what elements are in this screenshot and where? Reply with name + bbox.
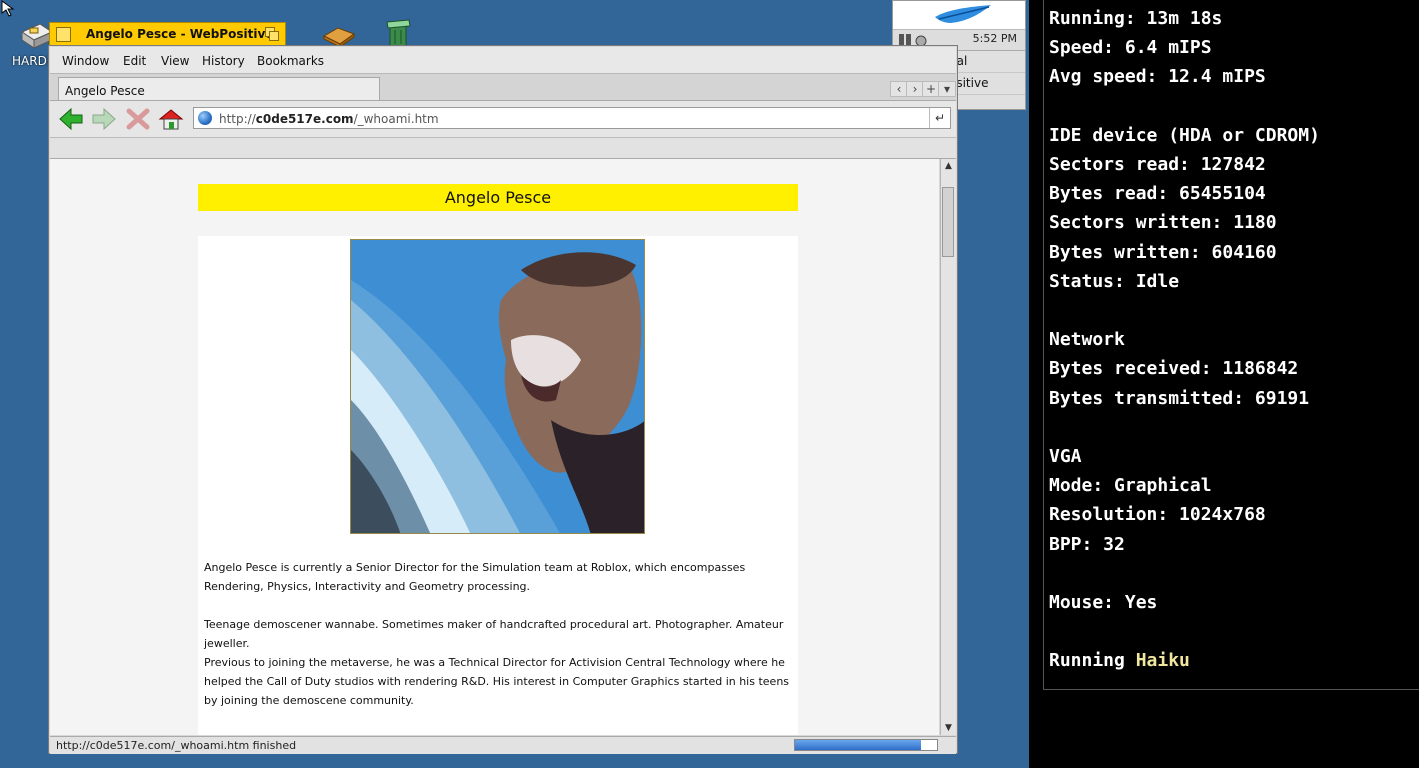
scrollbar-thumb[interactable]: [942, 187, 954, 257]
terminal-line: BPP: 32: [1049, 533, 1125, 555]
url-text[interactable]: http://c0de517e.com/_whoami.htm: [219, 112, 439, 126]
terminal-line: Sectors read: 127842: [1049, 154, 1266, 175]
emulator-stats-panel: Running: 13m 18s Speed: 6.4 mIPS Avg speed…: [1043, 0, 1419, 690]
home-icon[interactable]: [158, 107, 184, 131]
terminal-line: Status: Idle: [1049, 270, 1180, 292]
terminal-line: Sectors written: 1180: [1049, 212, 1277, 234]
progress-fill: [795, 740, 922, 750]
window-title: Angelo Pesce - WebPositive: [86, 27, 274, 41]
status-bar: http://c0de517e.com/_whoami.htm finished: [50, 736, 956, 754]
globe-icon: [198, 111, 212, 125]
url-host: c0de517e.com: [255, 112, 354, 126]
running-os-name: Haiku: [1135, 650, 1190, 672]
tab-menu-button[interactable]: ▾: [938, 81, 956, 97]
url-prefix: http://: [219, 112, 256, 126]
scroll-up-arrow-icon[interactable]: ▲: [941, 160, 956, 172]
terminal-line: Network: [1049, 329, 1125, 351]
terminal-line: Bytes read: 65455104: [1049, 183, 1266, 205]
tab-bar: Angelo Pesce ‹ › + ▾: [50, 74, 956, 101]
window-zoom-button[interactable]: [265, 27, 279, 41]
page-content[interactable]: Angelo Pesce Angelo Pesce is currently a…: [50, 159, 939, 735]
tab-label: Angelo Pesce: [65, 84, 145, 98]
terminal-line: Mode: Graphical: [1049, 475, 1212, 497]
terminal-running-os-line: Running Haiku: [1049, 650, 1190, 671]
bio-paragraph: Angelo Pesce is currently a Senior Direc…: [204, 561, 746, 593]
deskbar-clock[interactable]: 5:52 PM: [973, 32, 1017, 45]
bio-paragraph: Teenage demoscener wannabe. Sometimes ma…: [204, 618, 784, 650]
toolbar: http://c0de517e.com/_whoami.htm ↵: [50, 101, 956, 138]
back-arrow-icon[interactable]: [58, 107, 84, 131]
terminal-line: VGA: [1049, 446, 1082, 467]
terminal-line: Speed: 6.4 mIPS: [1049, 37, 1212, 59]
terminal-line: Avg speed: 12.4 mIPS: [1049, 66, 1266, 88]
mouse-cursor-icon: [0, 0, 18, 22]
menu-edit[interactable]: Edit: [123, 54, 146, 68]
vertical-scrollbar[interactable]: ▲ ▼: [940, 159, 956, 735]
window-close-button[interactable]: [56, 27, 71, 42]
bio-paragraph: Previous to joining the metaverse, he wa…: [204, 656, 790, 707]
load-progress-bar: [794, 739, 938, 751]
menu-bookmarks[interactable]: Bookmarks: [257, 54, 324, 68]
running-prefix: Running: [1049, 650, 1136, 672]
stop-icon[interactable]: [125, 107, 151, 131]
terminal-line: Bytes transmitted: 69191: [1049, 387, 1310, 409]
desktop: HARDD 5:52 PM nal ositive Angelo Pesce -…: [0, 0, 1029, 768]
forward-arrow-icon[interactable]: [91, 107, 117, 131]
portrait-image: [350, 239, 645, 534]
deskbar-logo[interactable]: [893, 1, 1025, 30]
url-path: /_whoami.htm: [353, 112, 439, 126]
scroll-down-arrow-icon[interactable]: ▼: [941, 722, 956, 734]
page-heading: Angelo Pesce: [198, 184, 798, 211]
window-title-tab[interactable]: Angelo Pesce - WebPositive: [49, 22, 286, 46]
menu-window[interactable]: Window: [62, 54, 109, 68]
terminal-line: IDE device (HDA or CDROM): [1049, 124, 1320, 146]
terminal-line: Mouse: Yes: [1049, 592, 1158, 613]
go-return-icon[interactable]: ↵: [929, 108, 950, 128]
find-bar: [50, 138, 956, 159]
menu-view[interactable]: View: [161, 54, 189, 68]
terminal-line: Bytes received: 1186842: [1049, 358, 1299, 380]
terminal-line: Bytes written: 604160: [1049, 241, 1277, 263]
browser-window: Window Edit View History Bookmarks Angel…: [48, 45, 958, 754]
page-body: Angelo Pesce is currently a Senior Direc…: [198, 236, 798, 735]
menu-history[interactable]: History: [202, 54, 245, 68]
tab-angelo-pesce[interactable]: Angelo Pesce: [58, 77, 380, 100]
terminal-line: Running: 13m 18s: [1049, 8, 1223, 29]
url-field[interactable]: http://c0de517e.com/_whoami.htm ↵: [193, 107, 951, 129]
menu-bar: Window Edit View History Bookmarks: [50, 47, 956, 74]
terminal-line: Resolution: 1024x768: [1049, 504, 1266, 526]
status-text: http://c0de517e.com/_whoami.htm finished: [56, 739, 297, 752]
